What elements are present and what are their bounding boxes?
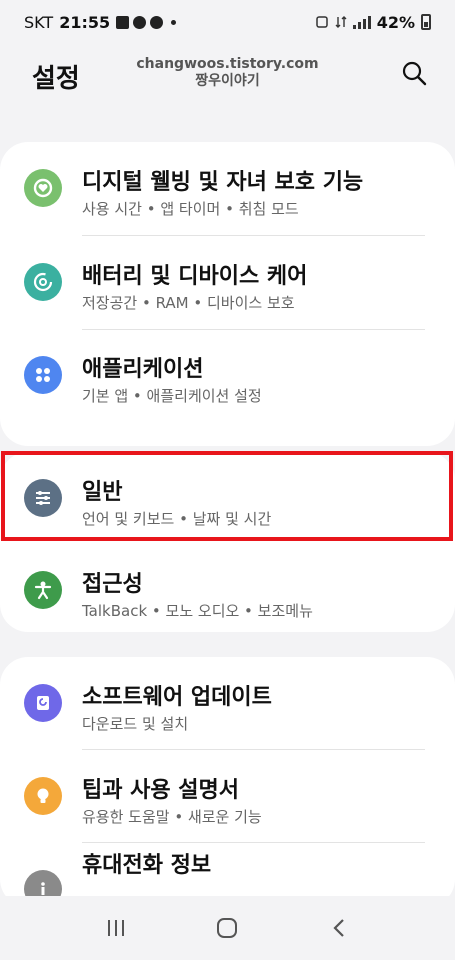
menu-item-subtitle: 저장공간 • RAM • 디바이스 보호 [82,294,295,312]
header: 설정 changwoos.tistory.com 짱우이야기 [0,44,455,108]
menu-item-tips[interactable]: 팁과 사용 설명서 유용한 도움말 • 새로운 기능 [0,750,455,842]
battery-icon [421,14,431,30]
watermark-blog-name: 짱우이야기 [195,73,260,89]
back-chevron-icon [333,919,344,937]
chat-notification-icon [150,15,164,29]
recent-apps-icon [107,920,124,936]
signal-strength-icon [352,15,371,29]
menu-item-applications[interactable]: 애플리케이션 기본 앱 • 애플리케이션 설정 [0,329,455,421]
gallery-notification-icon [116,15,130,29]
menu-item-subtitle: 다운로드 및 설치 [82,715,189,733]
menu-item-subtitle: TalkBack • 모노 오디오 • 보조메뉴 [82,602,313,620]
carrier-label: SKT [24,12,54,32]
device-care-icon [24,263,62,301]
notification-icons [116,15,177,29]
wifi-arrows-icon [335,16,347,28]
apps-grid-icon [24,356,62,394]
settings-card-1: 디지털 웰빙 및 자녀 보호 기능 사용 시간 • 앱 타이머 • 취침 모드 … [0,142,455,446]
menu-item-accessibility[interactable]: 접근성 TalkBack • 모노 오디오 • 보조메뉴 [0,544,455,636]
status-right: 42% [315,13,431,32]
menu-item-title: 휴대전화 정보 [82,853,212,878]
alert-notification-icon [133,15,147,29]
menu-item-title: 팁과 사용 설명서 [82,778,239,803]
menu-item-subtitle: 사용 시간 • 앱 타이머 • 취침 모드 [82,200,299,218]
status-bar: SKT 21:55 42% [0,0,455,44]
back-button[interactable] [319,908,359,948]
more-notifications-icon [171,19,177,25]
settings-card-3: 소프트웨어 업데이트 다운로드 및 설치 팁과 사용 설명서 유용한 도움말 •… [0,657,455,908]
menu-item-title: 디지털 웰빙 및 자녀 보호 기능 [82,170,364,195]
search-button[interactable] [399,58,429,88]
menu-item-software-update[interactable]: 소프트웨어 업데이트 다운로드 및 설치 [0,657,455,749]
menu-item-title: 소프트웨어 업데이트 [82,685,272,710]
menu-item-subtitle: 기본 앱 • 애플리케이션 설정 [82,387,262,405]
clock: 21:55 [59,12,111,32]
status-left: SKT 21:55 [24,12,177,32]
menu-item-device-care[interactable]: 배터리 및 디바이스 케어 저장공간 • RAM • 디바이스 보호 [0,236,455,328]
home-button[interactable] [207,908,247,948]
menu-item-subtitle: 유용한 도움말 • 새로운 기능 [82,808,262,826]
digital-wellbeing-icon [24,169,62,207]
menu-item-title: 애플리케이션 [82,357,204,382]
lightbulb-icon [24,777,62,815]
highlight-box [1,451,453,541]
menu-item-title: 접근성 [82,572,143,597]
search-icon [402,61,427,86]
watermark: changwoos.tistory.com 짱우이야기 [0,56,455,90]
navigation-bar [0,896,455,960]
battery-percent: 42% [376,12,415,32]
accessibility-person-icon [24,571,62,609]
watermark-url: changwoos.tistory.com [136,56,319,72]
menu-item-title: 배터리 및 디바이스 케어 [82,264,308,289]
recent-apps-button[interactable] [96,908,136,948]
alarm-icon [315,16,328,28]
home-icon [217,918,238,938]
software-update-icon [24,684,62,722]
menu-item-digital-wellbeing[interactable]: 디지털 웰빙 및 자녀 보호 기능 사용 시간 • 앱 타이머 • 취침 모드 [0,142,455,234]
